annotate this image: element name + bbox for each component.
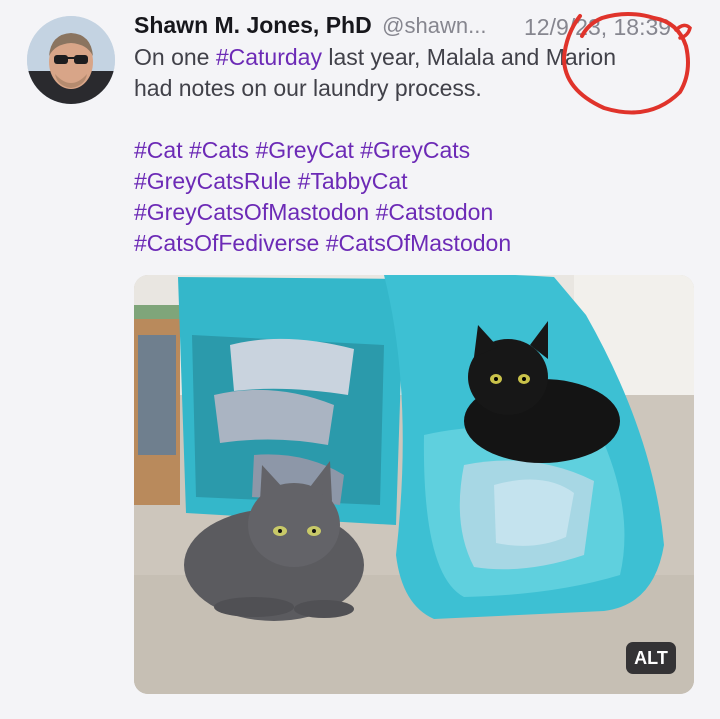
post-text-segment: last year, Malala and Marion [321,44,617,70]
post-card: Shawn M. Jones, PhD @shawn... 12/9/23, 1… [0,0,720,719]
post-text-line-1: On one #Caturday last year, Malala and M… [134,42,694,73]
hashtag-line[interactable]: #GreyCatsRule #TabbyCat [134,166,694,197]
hashtag-line[interactable]: #GreyCatsOfMastodon #Catstodon [134,197,694,228]
display-name[interactable]: Shawn M. Jones, PhD [134,12,372,38]
hashtag-caturday[interactable]: #Caturday [216,44,322,70]
account-handle[interactable]: @shawn... [382,13,486,38]
avatar-image [27,16,115,104]
alt-text-button[interactable]: ALT [626,642,676,674]
post-header: Shawn M. Jones, PhD @shawn... 12/9/23, 1… [134,12,714,44]
hashtag-line[interactable]: #CatsOfFediverse #CatsOfMastodon [134,228,694,259]
media-attachment[interactable]: ALT [134,275,694,694]
post-content: On one #Caturday last year, Malala and M… [134,42,694,259]
post-text-segment: On one [134,44,216,70]
post-text-line-2: had notes on our laundry process. [134,75,482,101]
hashtag-line[interactable]: #Cat #Cats #GreyCat #GreyCats [134,135,694,166]
cats-photo [134,275,694,694]
avatar[interactable] [27,16,115,104]
post-timestamp[interactable]: 12/9/23, 18:39 [524,14,671,41]
